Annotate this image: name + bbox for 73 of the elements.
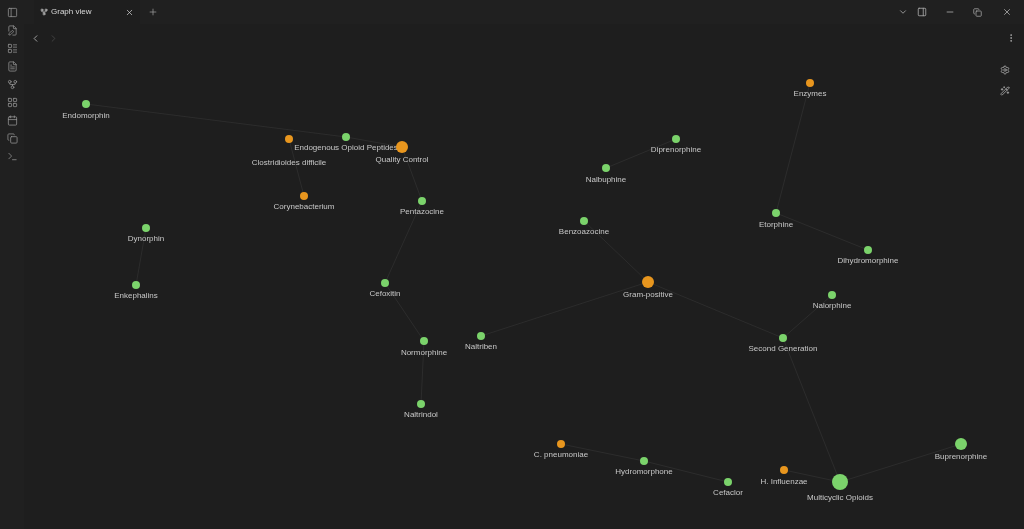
graph-node[interactable]: [806, 79, 814, 87]
graph-node[interactable]: [142, 224, 150, 232]
graph-node[interactable]: [477, 332, 485, 340]
graph-node[interactable]: [672, 135, 680, 143]
grid-icon[interactable]: [6, 97, 18, 108]
node-label: Pentazocine: [400, 207, 444, 217]
node-label: Clostridioides difficile: [251, 158, 327, 168]
panel-icon[interactable]: [917, 7, 927, 17]
terminal-icon[interactable]: [6, 151, 18, 162]
close-icon[interactable]: [1002, 7, 1012, 17]
sidebar-toggle-icon[interactable]: [6, 7, 18, 18]
node-label: Hydromorphone: [615, 467, 673, 477]
node-label: Nalbuphine: [585, 175, 627, 185]
settings-icon[interactable]: [1000, 65, 1010, 75]
graph-node[interactable]: [342, 133, 350, 141]
node-label: Nalorphine: [812, 301, 852, 311]
graph-node[interactable]: [832, 474, 848, 490]
node-label: Cefaclor: [713, 488, 743, 498]
node-label: Naltrindol: [404, 410, 438, 420]
node-label: Cefoxitin: [369, 289, 401, 299]
graph-node[interactable]: [642, 276, 654, 288]
graph-node[interactable]: [955, 438, 967, 450]
edit-file-icon[interactable]: [6, 25, 18, 36]
graph-node[interactable]: [780, 466, 788, 474]
wand-icon[interactable]: [1000, 86, 1010, 96]
chevron-down-icon[interactable]: [898, 7, 908, 17]
graph-node[interactable]: [420, 337, 428, 345]
graph-node[interactable]: [396, 141, 408, 153]
node-label: Dihydromorphine: [837, 256, 899, 266]
node-label: Benzoazocine: [558, 227, 610, 237]
node-label: Second Generation: [748, 344, 818, 354]
graph-node[interactable]: [828, 291, 836, 299]
graph-node[interactable]: [772, 209, 780, 217]
restore-icon[interactable]: [973, 7, 982, 17]
node-label: Endomorphin: [62, 111, 110, 121]
graph-icon: [40, 8, 48, 16]
graph-node[interactable]: [580, 217, 588, 225]
node-label: Quality Control: [375, 155, 429, 165]
node-label: Etorphine: [758, 220, 794, 230]
node-label: Endogenous Opioid Peptides: [294, 143, 398, 153]
node-label: Normorphine: [400, 348, 448, 358]
graph-node[interactable]: [132, 281, 140, 289]
node-label: Dynorphin: [127, 234, 165, 244]
graph-node[interactable]: [381, 279, 389, 287]
copy-icon[interactable]: [6, 133, 18, 144]
graph-node[interactable]: [300, 192, 308, 200]
tab-label: Graph view: [51, 6, 93, 18]
graph-node[interactable]: [640, 457, 648, 465]
graph-node[interactable]: [602, 164, 610, 172]
close-icon[interactable]: [125, 7, 134, 17]
graph-node[interactable]: [82, 100, 90, 108]
node-label: Enkephalins: [114, 291, 158, 301]
graph-node[interactable]: [864, 246, 872, 254]
graph-icon[interactable]: [6, 79, 18, 90]
node-label: Enzymes: [793, 89, 827, 99]
node-label: Buprenorphine: [934, 452, 988, 462]
graph-node[interactable]: [285, 135, 293, 143]
node-label: Diprenorphine: [650, 145, 702, 155]
node-label: Multicyclic Opioids: [807, 493, 873, 503]
list-icon[interactable]: [6, 43, 18, 54]
graph-node[interactable]: [779, 334, 787, 342]
graph-node[interactable]: [418, 197, 426, 205]
graph-node[interactable]: [724, 478, 732, 486]
graph-node[interactable]: [557, 440, 565, 448]
calendar-icon[interactable]: [6, 115, 18, 126]
node-label: Naltriben: [465, 342, 497, 352]
node-label: C. pneumoniae: [533, 450, 589, 460]
new-tab-icon[interactable]: [148, 7, 158, 17]
graph-node[interactable]: [417, 400, 425, 408]
node-label: H. Influenzae: [760, 477, 808, 487]
node-label: Gram-positive: [623, 290, 673, 300]
document-icon[interactable]: [6, 61, 18, 72]
node-label: Corynebacterium: [273, 202, 335, 212]
